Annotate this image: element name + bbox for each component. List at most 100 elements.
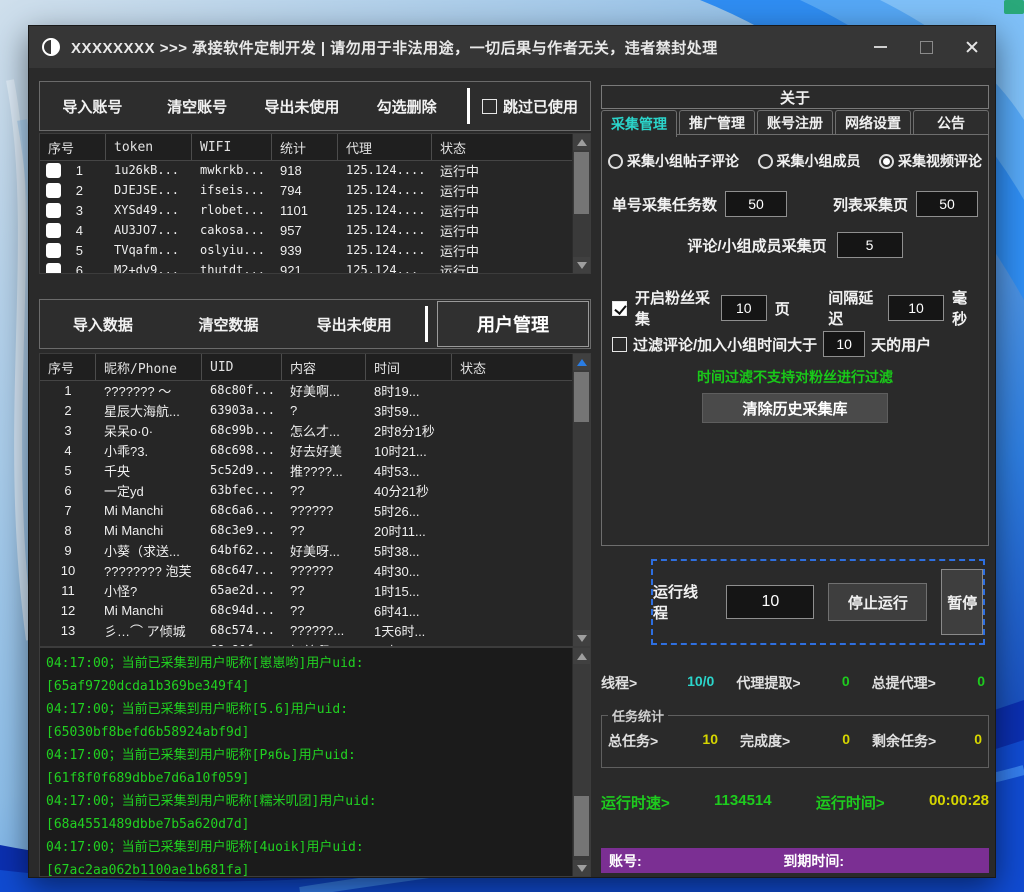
radio-icon[interactable] <box>608 154 623 169</box>
minimize-button[interactable] <box>857 26 903 68</box>
delete-checked-button[interactable]: 勾选删除 <box>354 96 459 117</box>
user-row[interactable]: 4 小乖?3. 68c698... 好去好美 10时21... <box>40 440 573 460</box>
cell-proxy: 125.124.... <box>338 203 432 217</box>
user-table-scrollbar[interactable] <box>572 354 590 646</box>
radio-icon[interactable] <box>758 154 773 169</box>
fans-collect-checkbox[interactable] <box>612 301 627 316</box>
cell-name: 一定yd <box>96 481 202 500</box>
tab-account-register[interactable]: 账号注册 <box>757 110 833 135</box>
row-checkbox[interactable] <box>46 183 61 198</box>
title-bar[interactable]: XXXXXXXX >>> 承接软件定制开发 | 请勿用于非法用途，一切后果与作者… <box>29 26 995 68</box>
user-row[interactable]: 14 ??????? ～ 68c80f... 好美啊... 8时19... <box>40 640 573 646</box>
account-row[interactable]: 6 M2+dv9... thutdt... 921 125.124... 运行中 <box>40 260 573 273</box>
delay-input[interactable] <box>888 295 944 321</box>
account-row[interactable]: 2 DJEJSE... ifseis... 794 125.124.... 运行… <box>40 180 573 200</box>
scroll-down-icon[interactable] <box>573 860 590 876</box>
user-row[interactable]: 11 小怪? 65ae2d... ?? 1时15... <box>40 580 573 600</box>
user-row[interactable]: 5 千央 5c52d9... 推????... 4时53... <box>40 460 573 480</box>
thread-count-label: 运行线程 <box>653 581 712 623</box>
user-row[interactable]: 6 一定yd 63bfec... ?? 40分21秒 <box>40 480 573 500</box>
row-checkbox[interactable] <box>46 203 61 218</box>
scroll-up-icon[interactable] <box>573 648 590 664</box>
radio-label: 采集小组帖子评论 <box>627 151 739 171</box>
scroll-up-icon[interactable] <box>573 354 590 370</box>
radio-selected-icon[interactable] <box>879 154 894 169</box>
user-manage-button[interactable]: 用户管理 <box>437 301 589 347</box>
pause-button[interactable]: 暂停 <box>941 569 983 635</box>
export-unused-accounts-button[interactable]: 导出未使用 <box>250 96 355 117</box>
close-button[interactable] <box>949 26 995 68</box>
user-row[interactable]: 3 呆呆o·0· 68c99b... 怎么才... 2时8分1秒 <box>40 420 573 440</box>
window-title: XXXXXXXX >>> 承接软件定制开发 | 请勿用于非法用途，一切后果与作者… <box>71 37 718 58</box>
scrollbar-thumb[interactable] <box>574 372 589 422</box>
scroll-up-icon[interactable] <box>573 134 590 150</box>
user-row[interactable]: 13 彡…⌒ ア倾城 68c574... ??????... 1天6时... <box>40 620 573 640</box>
clear-history-button[interactable]: 清除历史采集库 <box>702 393 888 423</box>
user-row[interactable]: 2 星辰大海航... 63903a... ? 3时59... <box>40 400 573 420</box>
scroll-down-icon[interactable] <box>573 630 590 646</box>
col-header-wifi: WIFI <box>192 134 272 160</box>
row-checkbox[interactable] <box>46 263 61 274</box>
checkbox-icon[interactable] <box>482 99 497 114</box>
cell-uid: 68c574... <box>202 623 282 637</box>
filter-time-checkbox[interactable] <box>612 337 627 352</box>
user-row[interactable]: 8 Mi Manchi 68c3e9... ?? 20时11... <box>40 520 573 540</box>
task-num-input[interactable] <box>725 191 787 217</box>
row-checkbox[interactable] <box>46 243 61 258</box>
user-row[interactable]: 1 ??????? ～ 68c80f... 好美啊... 8时19... <box>40 380 573 400</box>
cell-count: 794 <box>272 183 338 198</box>
row-checkbox[interactable] <box>46 163 61 178</box>
account-row[interactable]: 4 AU3JO7... cakosa... 957 125.124.... 运行… <box>40 220 573 240</box>
total-task-value: 10 <box>702 731 718 751</box>
task-num-label: 单号采集任务数 <box>612 194 717 215</box>
account-table-body: 1 1u26kB... mwkrkb... 918 125.124.... 运行… <box>40 160 573 273</box>
cell-uid: 68c6a6... <box>202 503 282 517</box>
thread-count-input[interactable] <box>726 585 814 619</box>
tab-collect-manage[interactable]: 采集管理 <box>601 110 677 137</box>
cell-content: ?????? <box>282 563 366 578</box>
user-row[interactable]: 12 Mi Manchi 68c94d... ?? 6时41... <box>40 600 573 620</box>
cell-name: 小乖?3. <box>96 441 202 460</box>
thread-stat-value: 10/0 <box>687 673 714 693</box>
scroll-down-icon[interactable] <box>573 257 590 273</box>
stop-run-button[interactable]: 停止运行 <box>828 583 927 621</box>
maximize-button[interactable] <box>903 26 949 68</box>
radio-video-comment[interactable]: 采集视频评论 <box>879 151 982 171</box>
log-scrollbar[interactable] <box>572 648 590 876</box>
comment-page-input[interactable] <box>837 232 903 258</box>
skip-used-label: 跳过已使用 <box>503 96 578 117</box>
radio-group-member[interactable]: 采集小组成员 <box>758 151 861 171</box>
account-table-scrollbar[interactable] <box>572 134 590 273</box>
account-row[interactable]: 1 1u26kB... mwkrkb... 918 125.124.... 运行… <box>40 160 573 180</box>
filter-days-input[interactable] <box>823 331 865 357</box>
account-row[interactable]: 3 XYSd49... rlobet... 1101 125.124.... 运… <box>40 200 573 220</box>
cell-content: ?? <box>282 523 366 538</box>
list-page-input[interactable] <box>916 191 978 217</box>
scrollbar-thumb[interactable] <box>574 796 589 856</box>
fans-pages-input[interactable] <box>721 295 767 321</box>
scrollbar-thumb[interactable] <box>574 152 589 214</box>
account-row[interactable]: 5 TVqafm... oslyiu... 939 125.124.... 运行… <box>40 240 573 260</box>
row-checkbox[interactable] <box>46 223 61 238</box>
import-data-button[interactable]: 导入数据 <box>40 314 166 335</box>
user-row[interactable]: 10 ???????? 泡芙 68c647... ?????? 4时30... <box>40 560 573 580</box>
tab-announcement[interactable]: 公告 <box>913 110 989 135</box>
radio-label: 采集小组成员 <box>777 151 861 171</box>
skip-used-checkbox[interactable]: 跳过已使用 <box>478 96 590 117</box>
tab-promo-manage[interactable]: 推广管理 <box>679 110 755 135</box>
clear-accounts-button[interactable]: 清空账号 <box>145 96 250 117</box>
user-row[interactable]: 9 小葵（求送... 64bf62... 好美呀... 5时38... <box>40 540 573 560</box>
cell-token: AU3JO7... <box>106 223 192 237</box>
import-accounts-button[interactable]: 导入账号 <box>40 96 145 117</box>
clear-data-button[interactable]: 清空数据 <box>166 314 292 335</box>
tab-network-settings[interactable]: 网络设置 <box>835 110 911 135</box>
log-line: [65af9720dcda1b369be349f4] <box>46 675 573 698</box>
row-index: 3 <box>40 423 96 438</box>
about-button[interactable]: 关于 <box>601 85 989 109</box>
user-row[interactable]: 7 Mi Manchi 68c6a6... ?????? 5时26... <box>40 500 573 520</box>
export-unused-data-button[interactable]: 导出未使用 <box>291 314 417 335</box>
cell-time: 8时19... <box>366 641 452 647</box>
radio-group-post-comment[interactable]: 采集小组帖子评论 <box>608 151 739 171</box>
cell-wifi: mwkrkb... <box>192 163 272 177</box>
col-header-status: 状态 <box>452 354 590 380</box>
